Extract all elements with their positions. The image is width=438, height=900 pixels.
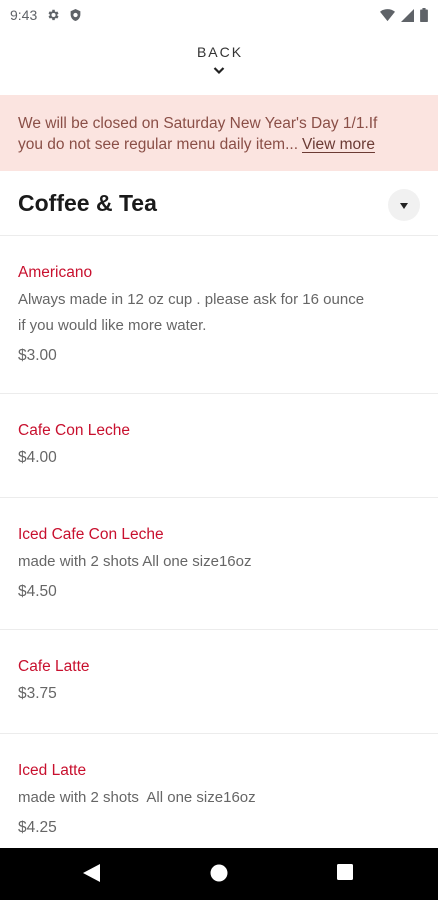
section-title: Coffee & Tea	[18, 190, 157, 216]
menu-item-iced-latte[interactable]: Iced Latte made with 2 shots All one siz…	[0, 734, 438, 866]
banner-line-1: We will be closed on Saturday New Year's…	[18, 115, 378, 132]
item-price: $3.75	[18, 685, 57, 702]
item-name: Cafe Con Leche	[18, 422, 131, 439]
item-description-line: if you would like more water.	[18, 317, 207, 334]
menu-item-cafe-latte[interactable]: Cafe Latte $3.75	[0, 630, 438, 734]
chevron-down-icon	[213, 62, 225, 80]
item-name: Americano	[18, 264, 93, 281]
battery-icon	[420, 8, 428, 22]
menu-item-cafe-con-leche[interactable]: Cafe Con Leche $4.00	[0, 394, 438, 498]
wifi-icon	[380, 8, 395, 22]
section-collapse-button[interactable]	[388, 189, 420, 221]
item-name: Iced Latte	[18, 762, 87, 779]
recents-square-icon[interactable]	[337, 864, 353, 880]
system-nav-bar	[0, 848, 438, 900]
item-price: $4.50	[18, 583, 57, 600]
home-circle-icon[interactable]	[210, 864, 228, 882]
status-bar: 9:43	[0, 0, 438, 30]
banner-text: you do not see regular menu daily item..…	[18, 136, 299, 153]
item-description: made with 2 shots All one size16oz	[18, 789, 256, 806]
banner-line-2: you do not see regular menu daily item..…	[18, 134, 420, 155]
announcement-banner: We will be closed on Saturday New Year's…	[0, 95, 438, 171]
item-name: Iced Cafe Con Leche	[18, 526, 164, 543]
status-left: 9:43	[10, 7, 82, 23]
section-header: Coffee & Tea	[0, 172, 438, 236]
item-price: $4.25	[18, 819, 57, 836]
view-more-link[interactable]: View more	[302, 136, 375, 153]
status-right	[380, 8, 428, 22]
item-description: made with 2 shots All one size16oz	[18, 553, 252, 570]
item-name: Cafe Latte	[18, 658, 90, 675]
item-price: $4.00	[18, 449, 57, 466]
back-label: BACK	[196, 44, 244, 60]
menu-item-americano[interactable]: Americano Always made in 12 oz cup . ple…	[0, 236, 438, 394]
item-description-line: Always made in 12 oz cup . please ask fo…	[18, 291, 365, 308]
back-button[interactable]: BACK	[0, 44, 438, 84]
menu-item-iced-cafe-con-leche[interactable]: Iced Cafe Con Leche made with 2 shots Al…	[0, 498, 438, 630]
caret-down-icon	[400, 196, 408, 214]
cell-signal-icon	[401, 8, 414, 22]
menu-list: Americano Always made in 12 oz cup . ple…	[0, 236, 438, 866]
item-description: Always made in 12 oz cup . please ask fo…	[18, 287, 420, 339]
status-time: 9:43	[10, 7, 38, 23]
item-price: $3.00	[18, 347, 57, 364]
back-triangle-icon[interactable]	[83, 864, 100, 882]
shield-icon	[69, 8, 82, 22]
gear-icon	[46, 8, 60, 22]
